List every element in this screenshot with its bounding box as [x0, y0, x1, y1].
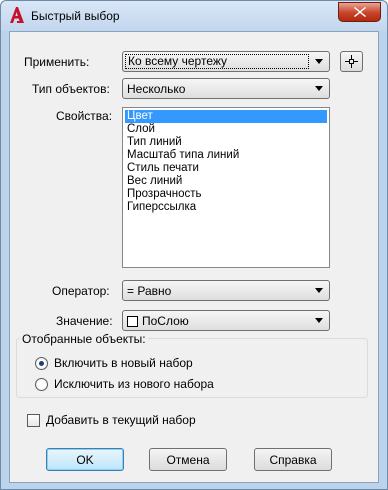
value-text: ПоСлою	[142, 314, 189, 328]
window-title: Быстрый выбор	[31, 9, 120, 23]
property-item[interactable]: Вес линий	[125, 175, 182, 188]
include-radio[interactable]	[35, 357, 48, 370]
radio-selected-dot	[39, 361, 44, 366]
object-type-dropdown[interactable]: Несколько	[122, 78, 330, 99]
properties-listbox[interactable]: Цвет Слой Тип линий Масштаб типа линий С…	[122, 107, 330, 268]
close-button[interactable]	[338, 2, 381, 22]
exclude-radio[interactable]	[35, 378, 48, 391]
chevron-down-icon	[312, 283, 326, 298]
operator-dropdown[interactable]: = Равно	[122, 280, 330, 301]
property-item[interactable]: Слой	[125, 123, 155, 136]
value-dropdown[interactable]: ПоСлою	[122, 310, 330, 331]
exclude-label[interactable]: Исключить из нового набора	[54, 377, 214, 391]
close-icon	[353, 7, 366, 17]
dialog-client-area: Применить: Ко всему чертежу Тип объектов…	[9, 31, 379, 483]
property-item[interactable]: Гиперссылка	[125, 201, 196, 214]
apply-value: Ко всему чертежу	[125, 54, 309, 69]
operator-value: = Равно	[127, 284, 172, 298]
chevron-down-icon	[312, 313, 326, 328]
ok-button[interactable]: OK	[46, 448, 124, 471]
filtered-objects-title: Отобранные объекты:	[20, 332, 148, 346]
object-type-value: Несколько	[127, 82, 186, 96]
property-item[interactable]: Прозрачность	[125, 188, 202, 201]
select-objects-button[interactable]	[340, 51, 363, 72]
append-label[interactable]: Добавить в текущий набор	[46, 413, 196, 427]
append-checkbox[interactable]	[27, 414, 40, 427]
object-type-label: Тип объектов:	[32, 82, 110, 96]
properties-label: Свойства:	[56, 109, 113, 123]
property-item[interactable]: Масштаб типа линий	[125, 149, 239, 162]
crosshair-pick-icon	[345, 55, 358, 68]
value-label: Значение:	[56, 314, 113, 328]
autocad-app-icon	[10, 7, 24, 23]
operator-label: Оператор:	[52, 284, 110, 298]
title-bar[interactable]: Быстрый выбор	[1, 1, 387, 31]
help-button[interactable]: Справка	[254, 448, 332, 471]
quick-select-dialog: Быстрый выбор Применить: Ко всему чертеж…	[0, 0, 388, 490]
apply-label: Применить:	[24, 55, 90, 69]
value-field: ПоСлою	[127, 314, 189, 328]
property-item[interactable]: Тип линий	[125, 136, 182, 149]
chevron-down-icon	[312, 54, 326, 69]
property-item[interactable]: Цвет	[125, 110, 327, 123]
cancel-button[interactable]: Отмена	[149, 448, 227, 471]
color-swatch-icon	[127, 316, 138, 327]
property-item[interactable]: Стиль печати	[125, 162, 199, 175]
include-label[interactable]: Включить в новый набор	[54, 356, 193, 370]
chevron-down-icon	[312, 81, 326, 96]
apply-dropdown[interactable]: Ко всему чертежу	[122, 51, 330, 72]
